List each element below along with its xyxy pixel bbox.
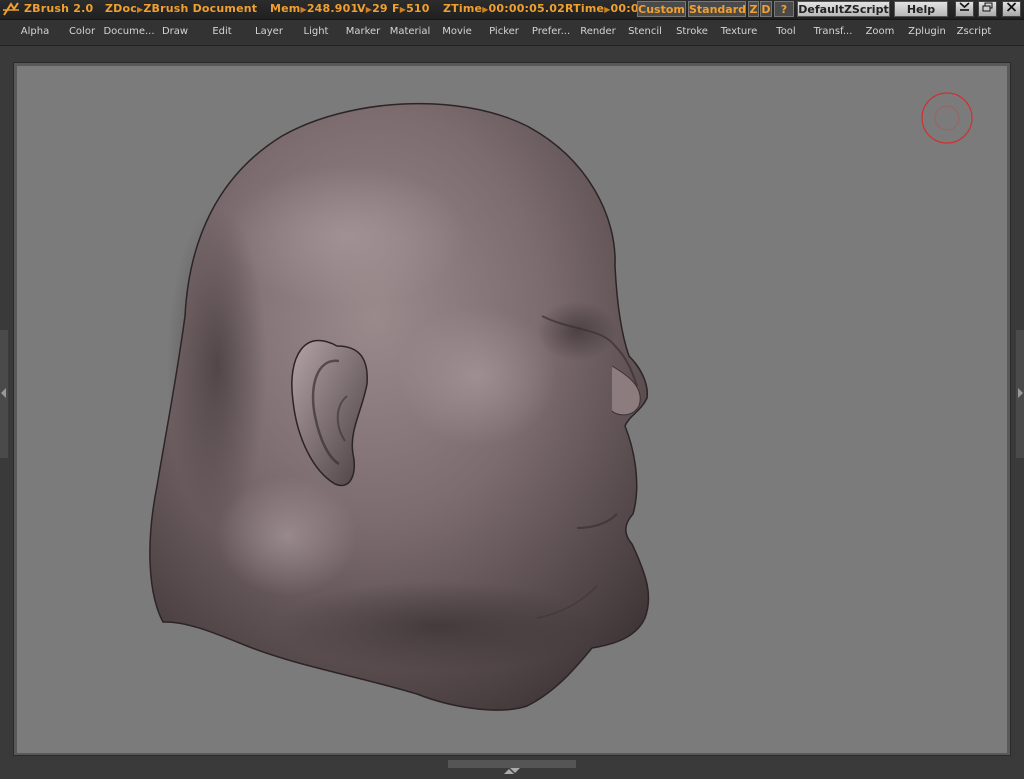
menu-draw[interactable]: Draw	[162, 26, 188, 37]
right-tray-handle[interactable]	[1016, 330, 1024, 458]
ztime-value: 00:00:05.02	[488, 2, 565, 15]
document-name: ZBrush Document	[143, 2, 258, 15]
sculpted-head-model[interactable]	[17, 66, 1007, 753]
zdoc-text: ZDoc	[105, 2, 137, 15]
v-label: V	[357, 2, 366, 15]
memory-readout: Mem▶248.901	[270, 2, 358, 15]
menu-zoom[interactable]: Zoom	[866, 26, 895, 37]
menu-light[interactable]: Light	[304, 26, 329, 37]
restore-glyph-icon	[982, 2, 993, 12]
skull-highlight	[227, 166, 467, 306]
brush-cursor-icon	[921, 92, 973, 144]
eye-socket-shadow	[537, 301, 617, 361]
arrow-left-icon	[1, 388, 6, 398]
menu-movie[interactable]: Movie	[442, 26, 472, 37]
menu-texture[interactable]: Texture	[721, 26, 758, 37]
jaw-shadow	[277, 581, 597, 671]
vertex-readout: V▶29	[357, 2, 388, 15]
help-button[interactable]: Help	[894, 1, 948, 17]
defaultzscript-button[interactable]: DefaultZScript	[797, 1, 890, 17]
menu-picker[interactable]: Picker	[489, 26, 519, 37]
v-value: 29	[372, 2, 388, 15]
rtime-value: 00:0	[610, 2, 639, 15]
cheek-highlight	[397, 306, 557, 446]
mem-value: 248.901	[306, 2, 359, 15]
menu-render[interactable]: Render	[580, 26, 616, 37]
question-button[interactable]: ?	[774, 1, 794, 17]
menu-zplugin[interactable]: Zplugin	[908, 26, 946, 37]
rtime-readout: RTime▶00:0	[565, 2, 639, 15]
f-value: 510	[406, 2, 430, 15]
restore-icon[interactable]	[978, 1, 997, 17]
back-shadow	[167, 206, 267, 526]
app-title: ZBrush 2.0	[24, 2, 94, 15]
menu-zscript[interactable]: Zscript	[957, 26, 992, 37]
left-tray-handle[interactable]	[0, 330, 8, 458]
zbrush-logo-icon[interactable]	[2, 1, 20, 18]
close-glyph-icon	[1006, 2, 1017, 12]
menu-alpha[interactable]: Alpha	[21, 26, 49, 37]
d-button[interactable]: D	[760, 1, 772, 17]
menu-color[interactable]: Color	[69, 26, 95, 37]
menu-stroke[interactable]: Stroke	[676, 26, 708, 37]
menu-tool[interactable]: Tool	[776, 26, 795, 37]
menu-layer[interactable]: Layer	[255, 26, 283, 37]
title-bar: ZBrush 2.0 ZDoc▶ZBrush Document Mem▶248.…	[0, 0, 1024, 20]
menu-marker[interactable]: Marker	[346, 26, 381, 37]
custom-button[interactable]: Custom	[637, 1, 686, 17]
mem-label: Mem	[270, 2, 301, 15]
ztime-readout: ZTime▶00:00:05.02	[443, 2, 565, 15]
menu-transf[interactable]: Transf...	[814, 26, 853, 37]
menu-stencil[interactable]: Stencil	[628, 26, 662, 37]
document-canvas[interactable]	[17, 66, 1007, 753]
bottom-tray-handle[interactable]	[448, 760, 576, 774]
minimize-glyph-icon	[959, 2, 970, 11]
menu-material[interactable]: Material	[390, 26, 431, 37]
z-button[interactable]: Z	[748, 1, 759, 17]
arrow-right-icon	[1018, 388, 1023, 398]
double-arrow-icon	[504, 768, 520, 774]
menu-prefer[interactable]: Prefer...	[532, 26, 570, 37]
f-label: F	[392, 2, 400, 15]
face-readout: F▶510	[392, 2, 430, 15]
menu-edit[interactable]: Edit	[212, 26, 231, 37]
minimize-icon[interactable]	[955, 1, 974, 17]
menu-bar: Alpha Color Docume... Draw Edit Layer Light Mar…	[0, 20, 1024, 46]
ztime-label: ZTime	[443, 2, 483, 15]
rtime-label: RTime	[565, 2, 605, 15]
zdoc-label[interactable]: ZDoc▶ZBrush Document	[105, 2, 257, 15]
standard-button[interactable]: Standard	[688, 1, 746, 17]
close-icon[interactable]	[1002, 1, 1021, 17]
menu-docume[interactable]: Docume...	[103, 26, 154, 37]
